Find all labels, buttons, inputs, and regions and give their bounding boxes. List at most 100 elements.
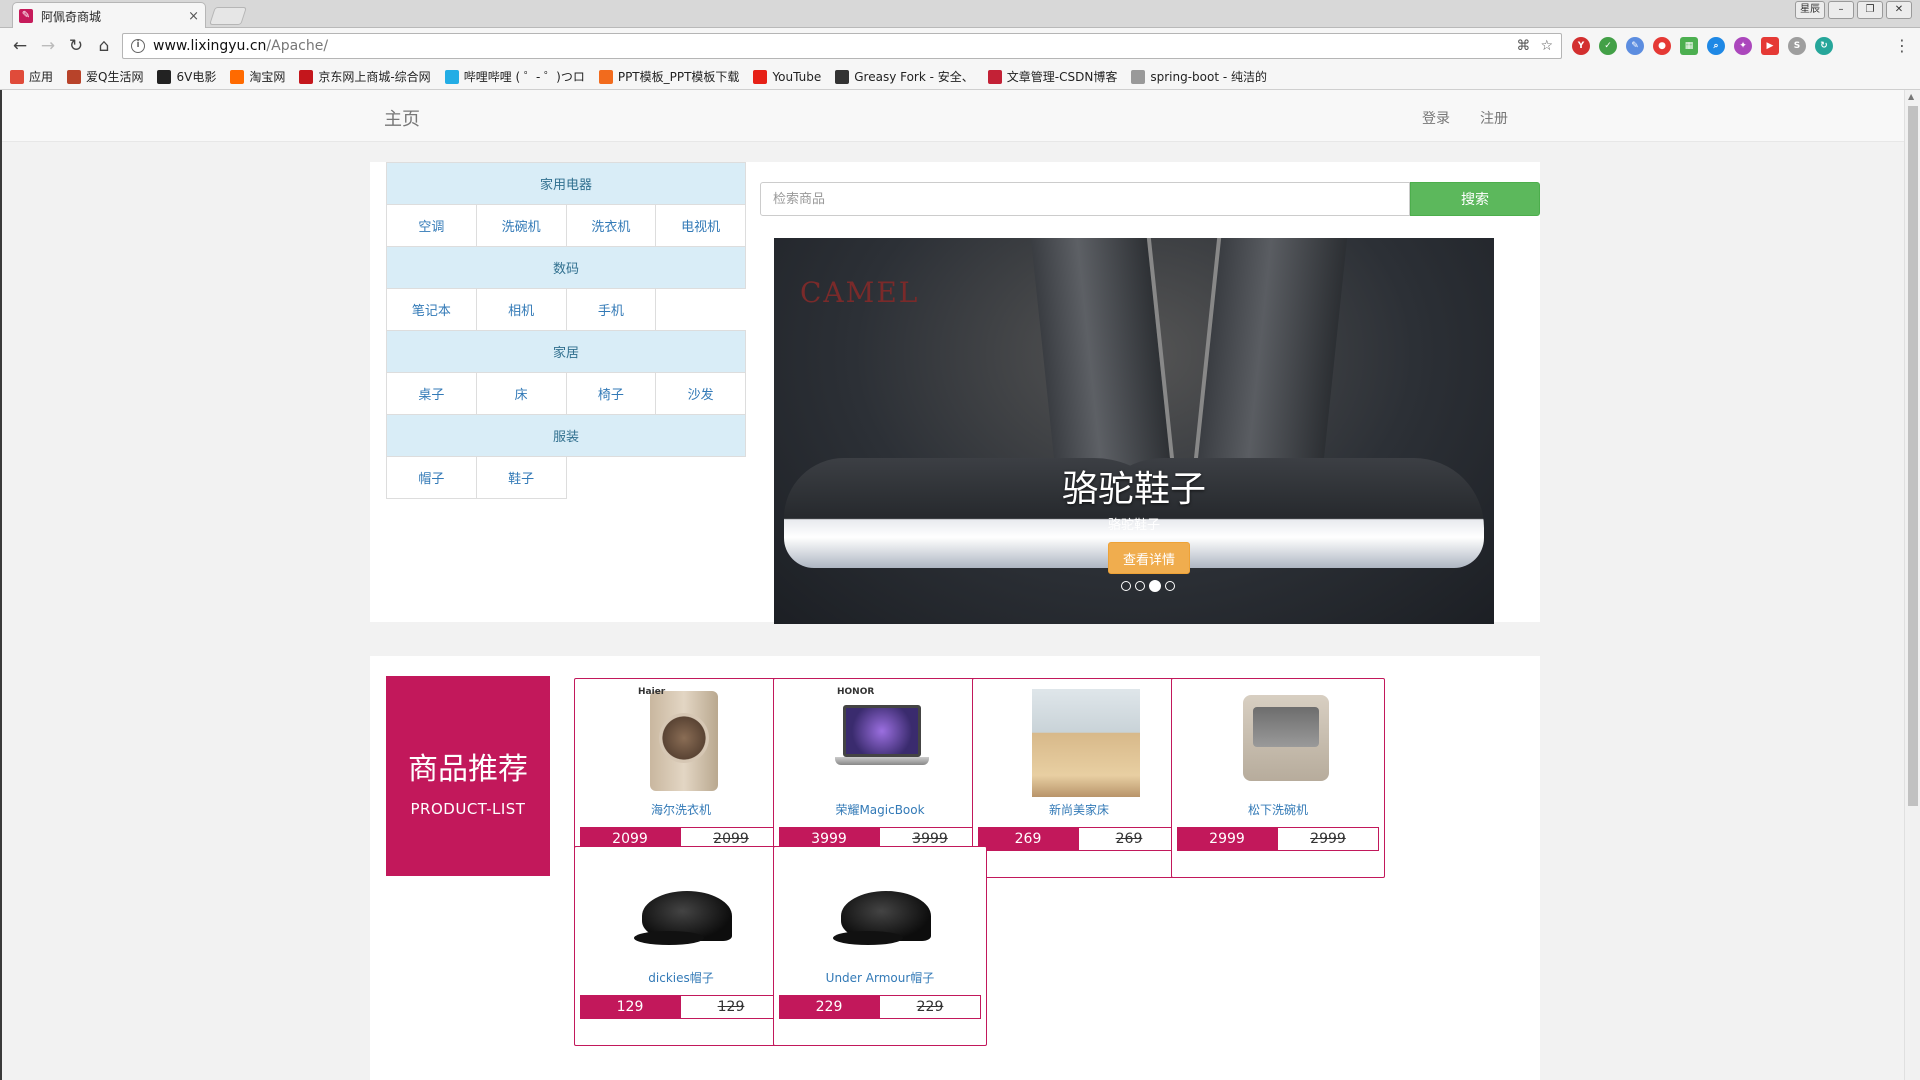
- new-tab-button[interactable]: [209, 7, 247, 25]
- category-link[interactable]: 洗衣机: [565, 204, 657, 247]
- refresh-extension-icon[interactable]: ↻: [1815, 37, 1833, 55]
- restore-icon[interactable]: ❐: [1857, 1, 1883, 19]
- bookmark-label: 6V电影: [176, 70, 217, 84]
- category-link[interactable]: 洗碗机: [475, 204, 567, 247]
- ppt-icon: [598, 69, 613, 84]
- category-link[interactable]: 笔记本: [386, 288, 477, 331]
- navbar-brand-link[interactable]: 主页: [384, 105, 420, 131]
- category-link[interactable]: 椅子: [565, 372, 657, 415]
- product-image[interactable]: [632, 855, 732, 961]
- browser-tab[interactable]: ✎ 阿佩奇商城 ×: [12, 2, 206, 29]
- category-link[interactable]: 鞋子: [475, 456, 567, 499]
- spring-icon: [1131, 69, 1146, 84]
- grid-extension-icon[interactable]: ▦: [1680, 37, 1698, 55]
- category-empty-cell: [655, 456, 746, 499]
- url-text[interactable]: www.lixingyu.cn/Apache/: [153, 38, 1506, 54]
- yandex-extension-icon[interactable]: Y: [1572, 37, 1590, 55]
- scrollbar-thumb[interactable]: [1908, 106, 1918, 806]
- forward-icon[interactable]: →: [38, 36, 58, 56]
- category-link[interactable]: 沙发: [655, 372, 746, 415]
- product-card[interactable]: 松下洗碗机 2999 2999: [1171, 678, 1385, 878]
- bookmark-label: 文章管理-CSDN博客: [1006, 70, 1118, 84]
- category-heading: 数码: [386, 246, 746, 289]
- category-heading: 家居: [386, 330, 746, 373]
- category-empty-cell: [655, 288, 746, 331]
- browser-toolbar: ← → ↻ ⌂ i www.lixingyu.cn/Apache/ ⌘ ☆ Y …: [0, 28, 1920, 64]
- login-link[interactable]: 登录: [1422, 108, 1450, 128]
- camel-logo: CAMEL: [800, 276, 920, 309]
- minimize-icon[interactable]: –: [1828, 1, 1854, 19]
- profile-button[interactable]: 星辰: [1795, 1, 1825, 19]
- close-window-icon[interactable]: ✕: [1886, 1, 1912, 19]
- category-link[interactable]: 桌子: [386, 372, 477, 415]
- category-link[interactable]: 相机: [475, 288, 567, 331]
- category-link[interactable]: 床: [475, 372, 567, 415]
- page-scrollbar[interactable]: ▲: [1904, 90, 1920, 1080]
- bookmark-item[interactable]: 京东网上商城-综合网: [299, 68, 431, 85]
- bookmark-item[interactable]: 爱Q生活网: [67, 68, 143, 85]
- site-info-icon[interactable]: i: [131, 39, 145, 53]
- s-extension-icon[interactable]: S: [1788, 37, 1806, 55]
- carousel-indicator[interactable]: [1135, 581, 1145, 591]
- bookmark-item[interactable]: 文章管理-CSDN博客: [987, 68, 1118, 85]
- product-card[interactable]: 新尚美家床 269 269: [972, 678, 1186, 878]
- location-extension-icon[interactable]: ●: [1653, 37, 1671, 55]
- address-bar[interactable]: i www.lixingyu.cn/Apache/ ⌘ ☆: [122, 33, 1562, 59]
- bookmark-item[interactable]: Greasy Fork - 安全、: [835, 68, 974, 85]
- scroll-up-icon[interactable]: ▲: [1908, 92, 1914, 101]
- price-row: 129 129: [580, 995, 782, 1019]
- product-image[interactable]: [1030, 687, 1140, 797]
- page-viewport: 主页 登录 注册 家用电器 空调 洗碗机 洗衣机 电视机 数码 笔记本 相机 手机 家居 桌子床椅子…: [0, 90, 1904, 1080]
- back-icon[interactable]: ←: [10, 36, 30, 56]
- bookmark-item[interactable]: YouTube: [753, 69, 821, 84]
- category-link[interactable]: 电视机: [655, 204, 746, 247]
- carousel-indicator[interactable]: [1165, 581, 1175, 591]
- bookmark-item[interactable]: 淘宝网: [230, 68, 285, 85]
- bookmark-item[interactable]: 应用: [10, 68, 53, 85]
- category-link[interactable]: 空调: [386, 204, 477, 247]
- youtube-icon: [753, 69, 768, 84]
- bookmark-item[interactable]: 哔哩哔哩 ( ゜- ゜)つロ: [444, 68, 585, 85]
- feather-extension-icon[interactable]: ✎: [1626, 37, 1644, 55]
- browser-menu-icon[interactable]: ⋮: [1894, 36, 1910, 55]
- product-name-link[interactable]: 松下洗碗机: [1172, 801, 1384, 818]
- bookmark-star-icon[interactable]: ☆: [1540, 38, 1553, 54]
- product-price: 229: [779, 995, 879, 1019]
- carousel-indicator[interactable]: [1121, 581, 1131, 591]
- home-icon[interactable]: ⌂: [94, 36, 114, 56]
- product-card[interactable]: dickies帽子 129 129: [574, 846, 788, 1046]
- product-name-link[interactable]: 新尚美家床: [973, 801, 1185, 818]
- category-link[interactable]: 帽子: [386, 456, 477, 499]
- reload-icon[interactable]: ↻: [66, 36, 86, 56]
- product-name-link[interactable]: Under Armour帽子: [774, 969, 986, 986]
- search-extension-icon[interactable]: ⌕: [1707, 37, 1725, 55]
- bookmark-item[interactable]: spring-boot - 纯洁的: [1131, 68, 1267, 85]
- greasyfork-icon: [835, 69, 850, 84]
- bookmark-item[interactable]: 6V电影: [157, 68, 216, 85]
- close-tab-icon[interactable]: ×: [188, 9, 199, 24]
- video-extension-icon[interactable]: ▶: [1761, 37, 1779, 55]
- price-row: 269 269: [978, 827, 1180, 851]
- search-input[interactable]: [760, 182, 1410, 216]
- view-details-button[interactable]: 查看详情: [1108, 542, 1190, 574]
- product-image[interactable]: HONOR: [831, 687, 931, 793]
- puzzle-extension-icon[interactable]: ✦: [1734, 37, 1752, 55]
- bookmark-label: 京东网上商城-综合网: [318, 70, 431, 84]
- site-favicon-icon: ✎: [19, 9, 33, 23]
- bookmark-item[interactable]: PPT模板_PPT模板下载: [598, 68, 739, 85]
- product-image[interactable]: [831, 855, 931, 961]
- shield-extension-icon[interactable]: ✓: [1599, 37, 1617, 55]
- translate-icon[interactable]: ⌘: [1516, 38, 1530, 54]
- product-card[interactable]: Under Armour帽子 229 229: [773, 846, 987, 1046]
- category-link[interactable]: 手机: [565, 288, 657, 331]
- product-image[interactable]: [1229, 687, 1329, 793]
- product-name-link[interactable]: dickies帽子: [575, 969, 787, 986]
- product-name-link[interactable]: 荣耀MagicBook: [774, 801, 986, 818]
- register-link[interactable]: 注册: [1480, 108, 1508, 128]
- carousel-indicator[interactable]: [1149, 580, 1161, 592]
- product-image[interactable]: Haier: [632, 687, 732, 793]
- bookmark-label: Greasy Fork - 安全、: [854, 70, 974, 84]
- search-button[interactable]: 搜索: [1410, 182, 1540, 216]
- product-name-link[interactable]: 海尔洗衣机: [575, 801, 787, 818]
- banner-carousel[interactable]: CAMEL 骆驼鞋子 骆驼鞋子 查看详情: [774, 238, 1494, 624]
